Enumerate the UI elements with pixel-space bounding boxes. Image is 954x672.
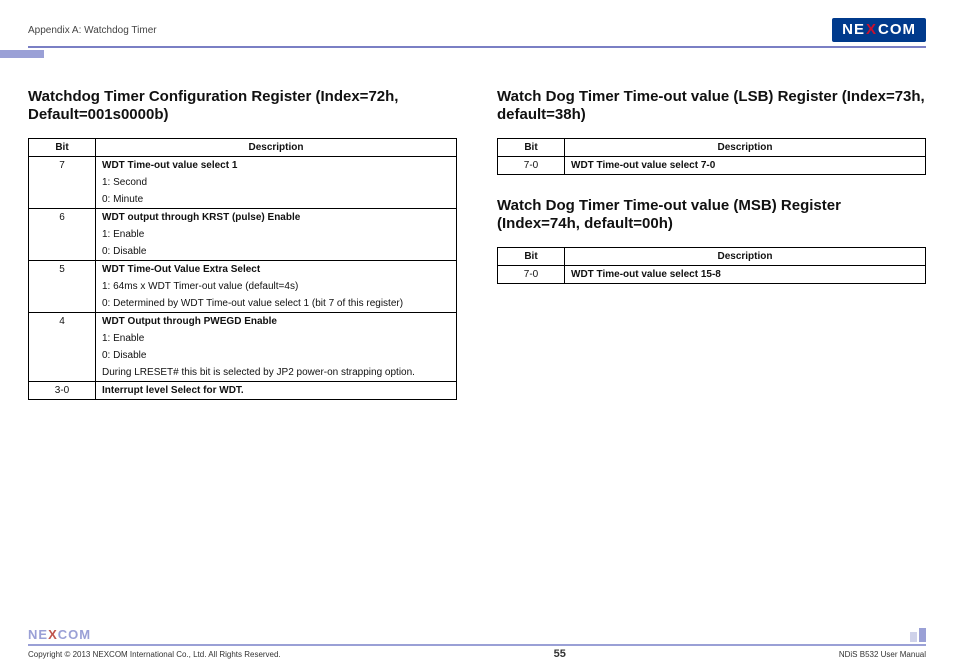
left-column: Watchdog Timer Configuration Register (I… xyxy=(28,88,457,627)
header-rule xyxy=(28,46,926,48)
bit-6-l1: 1: Enable xyxy=(96,226,457,243)
msb-desc: WDT Time-out value select 15-8 xyxy=(565,266,926,284)
brand-x: X xyxy=(866,21,877,38)
msb-th-bit: Bit xyxy=(498,248,565,266)
footer-logo: NEXCOM xyxy=(28,627,91,642)
footer-decoration xyxy=(910,628,926,642)
brand-post: COM xyxy=(878,21,916,38)
bit-5-title: WDT Time-Out Value Extra Select xyxy=(96,261,457,279)
brand-pre: NE xyxy=(842,21,865,38)
bit-6-l2: 0: Disable xyxy=(96,243,457,261)
footer: NEXCOM Copyright © 2013 NEXCOM Internati… xyxy=(28,627,926,660)
left-heading: Watchdog Timer Configuration Register (I… xyxy=(28,88,457,124)
page-number: 55 xyxy=(554,648,566,660)
config-register-table: Bit Description 7 WDT Time-out value sel… xyxy=(28,138,457,400)
bit-7-title: WDT Time-out value select 1 xyxy=(96,157,457,175)
lsb-heading: Watch Dog Timer Time-out value (LSB) Reg… xyxy=(497,88,926,124)
bit-7-l1: 1: Second xyxy=(96,174,457,191)
manual-name: NDiS B532 User Manual xyxy=(839,650,926,659)
footer-brand-pre: NE xyxy=(28,627,48,642)
lsb-th-bit: Bit xyxy=(498,139,565,157)
bit-7: 7 xyxy=(29,157,96,175)
deco-block-a xyxy=(910,632,917,642)
th-desc: Description xyxy=(96,139,457,157)
right-column: Watch Dog Timer Time-out value (LSB) Reg… xyxy=(497,88,926,627)
bit-4-l1: 1: Enable xyxy=(96,330,457,347)
bit-6-title: WDT output through KRST (pulse) Enable xyxy=(96,209,457,227)
bit-5-l1: 1: 64ms x WDT Timer-out value (default=4… xyxy=(96,278,457,295)
bit-4-title: WDT Output through PWEGD Enable xyxy=(96,313,457,331)
msb-heading: Watch Dog Timer Time-out value (MSB) Reg… xyxy=(497,197,926,233)
bit-4: 4 xyxy=(29,313,96,331)
bit-6: 6 xyxy=(29,209,96,227)
bit-5: 5 xyxy=(29,261,96,279)
lsb-table: Bit Description 7-0 WDT Time-out value s… xyxy=(497,138,926,175)
msb-th-desc: Description xyxy=(565,248,926,266)
deco-block-b xyxy=(919,628,926,642)
page-tab xyxy=(0,50,44,58)
bit-4-l3: During LRESET# this bit is selected by J… xyxy=(96,364,457,382)
lsb-bit: 7-0 xyxy=(498,157,565,175)
appendix-title: Appendix A: Watchdog Timer xyxy=(28,25,157,36)
bit-7-l2: 0: Minute xyxy=(96,191,457,209)
lsb-desc: WDT Time-out value select 7-0 xyxy=(565,157,926,175)
th-bit: Bit xyxy=(29,139,96,157)
brand-logo: NE X COM xyxy=(832,18,926,42)
msb-table: Bit Description 7-0 WDT Time-out value s… xyxy=(497,247,926,284)
bit-3-0: 3-0 xyxy=(29,382,96,400)
bit-5-l2: 0: Determined by WDT Time-out value sele… xyxy=(96,295,457,313)
bit-3-0-title: Interrupt level Select for WDT. xyxy=(96,382,457,400)
copyright: Copyright © 2013 NEXCOM International Co… xyxy=(28,650,281,659)
footer-brand-post: COM xyxy=(58,627,91,642)
lsb-th-desc: Description xyxy=(565,139,926,157)
footer-brand-x: X xyxy=(48,627,58,642)
bit-4-l2: 0: Disable xyxy=(96,347,457,364)
msb-bit: 7-0 xyxy=(498,266,565,284)
